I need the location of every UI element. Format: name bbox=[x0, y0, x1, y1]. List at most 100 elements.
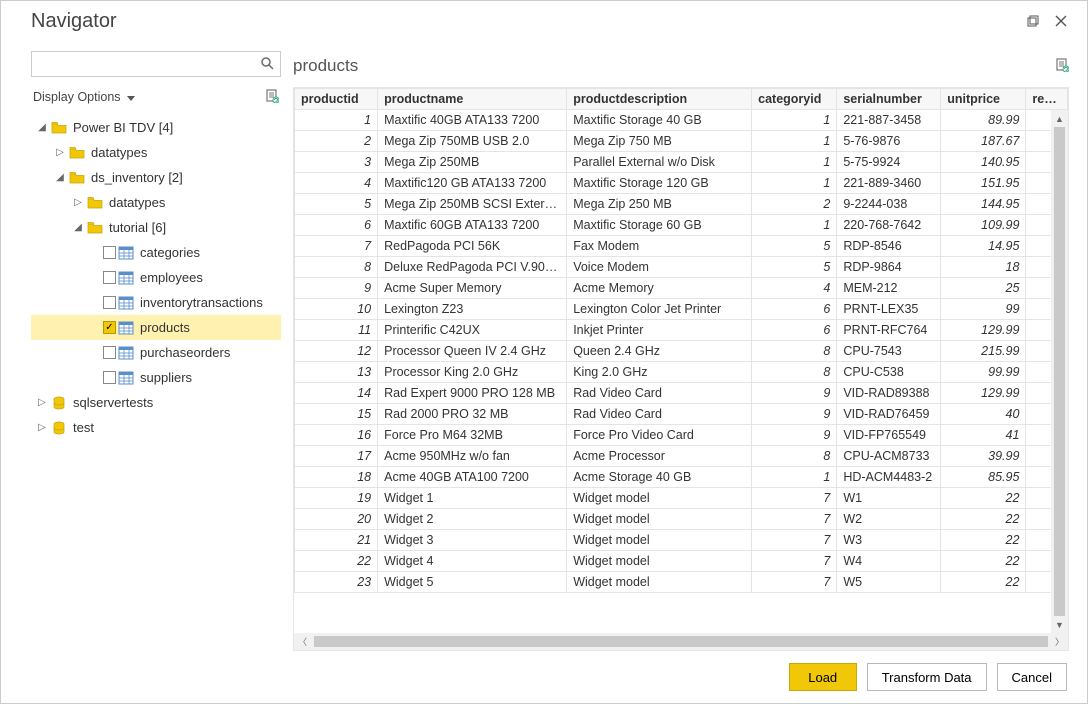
scroll-right-icon[interactable]: 〉 bbox=[1051, 633, 1068, 650]
transform-data-button[interactable]: Transform Data bbox=[867, 663, 987, 691]
navigator-window: Navigator Display Options bbox=[0, 0, 1088, 704]
checkbox[interactable] bbox=[103, 271, 116, 284]
horizontal-scrollbar[interactable]: 〈 〉 bbox=[294, 633, 1068, 650]
cell: 187.67 bbox=[941, 131, 1026, 152]
column-header-productid[interactable]: productid bbox=[295, 89, 378, 110]
tree-item-test[interactable]: ▷test bbox=[31, 415, 281, 440]
tree-item-datatypes[interactable]: ▷datatypes bbox=[31, 190, 281, 215]
refresh-icon[interactable] bbox=[265, 89, 279, 106]
table-row[interactable]: 9Acme Super MemoryAcme Memory4MEM-21225 bbox=[295, 278, 1068, 299]
table-row[interactable]: 21Widget 3Widget model7W322 bbox=[295, 530, 1068, 551]
table-row[interactable]: 17Acme 950MHz w/o fanAcme Processor8CPU-… bbox=[295, 446, 1068, 467]
table-row[interactable]: 7RedPagoda PCI 56KFax Modem5RDP-854614.9… bbox=[295, 236, 1068, 257]
column-header-productdescription[interactable]: productdescription bbox=[567, 89, 752, 110]
cell: 109.99 bbox=[941, 215, 1026, 236]
restore-icon[interactable] bbox=[1019, 7, 1047, 35]
search-box[interactable] bbox=[31, 51, 281, 77]
scroll-up-icon[interactable]: ▲ bbox=[1051, 110, 1068, 127]
scroll-left-icon[interactable]: 〈 bbox=[294, 633, 311, 650]
page-options-icon[interactable] bbox=[1055, 58, 1069, 75]
table-row[interactable]: 18Acme 40GB ATA100 7200Acme Storage 40 G… bbox=[295, 467, 1068, 488]
table-row[interactable]: 4Maxtific120 GB ATA133 7200Maxtific Stor… bbox=[295, 173, 1068, 194]
cell: 20 bbox=[295, 509, 378, 530]
sidebar: Display Options ◢Power BI TDV [4]▷dataty… bbox=[9, 41, 289, 651]
column-header-unitprice[interactable]: unitprice bbox=[941, 89, 1026, 110]
scroll-down-icon[interactable]: ▼ bbox=[1051, 616, 1068, 633]
checkbox[interactable] bbox=[103, 296, 116, 309]
search-icon[interactable] bbox=[260, 56, 274, 73]
cell: 2 bbox=[752, 194, 837, 215]
column-header-reorde[interactable]: reorde bbox=[1026, 89, 1068, 110]
table-row[interactable]: 10Lexington Z23Lexington Color Jet Print… bbox=[295, 299, 1068, 320]
table-row[interactable]: 1Maxtific 40GB ATA133 7200Maxtific Stora… bbox=[295, 110, 1068, 131]
cell: Acme Storage 40 GB bbox=[567, 467, 752, 488]
scroll-thumb[interactable] bbox=[314, 636, 1048, 647]
column-header-serialnumber[interactable]: serialnumber bbox=[837, 89, 941, 110]
table-row[interactable]: 3Mega Zip 250MBParallel External w/o Dis… bbox=[295, 152, 1068, 173]
tree-view[interactable]: ◢Power BI TDV [4]▷datatypes◢ds_inventory… bbox=[31, 115, 281, 643]
tree-item-tutorial-6-[interactable]: ◢tutorial [6] bbox=[31, 215, 281, 240]
cell: 8 bbox=[752, 341, 837, 362]
checkbox[interactable]: ✓ bbox=[103, 321, 116, 334]
tree-item-inventorytransactions[interactable]: inventorytransactions bbox=[31, 290, 281, 315]
cell: CPU-C538 bbox=[837, 362, 941, 383]
cell: 140.95 bbox=[941, 152, 1026, 173]
table-row[interactable]: 11Printerific C42UXInkjet Printer6PRNT-R… bbox=[295, 320, 1068, 341]
table-row[interactable]: 2Mega Zip 750MB USB 2.0Mega Zip 750 MB15… bbox=[295, 131, 1068, 152]
column-header-productname[interactable]: productname bbox=[378, 89, 567, 110]
cell: Queen 2.4 GHz bbox=[567, 341, 752, 362]
table-row[interactable]: 22Widget 4Widget model7W422 bbox=[295, 551, 1068, 572]
checkbox[interactable] bbox=[103, 246, 116, 259]
table-row[interactable]: 16Force Pro M64 32MBForce Pro Video Card… bbox=[295, 425, 1068, 446]
cell: Parallel External w/o Disk bbox=[567, 152, 752, 173]
tree-item-categories[interactable]: categories bbox=[31, 240, 281, 265]
chevron-down-icon[interactable]: ◢ bbox=[35, 122, 49, 133]
display-options[interactable]: Display Options bbox=[31, 85, 281, 109]
load-button[interactable]: Load bbox=[789, 663, 857, 691]
table-row[interactable]: 19Widget 1Widget model7W122 bbox=[295, 488, 1068, 509]
tree-item-label: inventorytransactions bbox=[140, 295, 263, 310]
tree-item-suppliers[interactable]: suppliers bbox=[31, 365, 281, 390]
checkbox[interactable] bbox=[103, 371, 116, 384]
table-row[interactable]: 5Mega Zip 250MB SCSI ExternalMega Zip 25… bbox=[295, 194, 1068, 215]
chevron-right-icon[interactable]: ▷ bbox=[35, 422, 49, 433]
chevron-right-icon[interactable]: ▷ bbox=[53, 147, 67, 158]
search-input[interactable] bbox=[38, 57, 260, 72]
table-row[interactable]: 20Widget 2Widget model7W222 bbox=[295, 509, 1068, 530]
vertical-scrollbar[interactable]: ▲ ▼ bbox=[1051, 110, 1068, 633]
checkbox[interactable] bbox=[103, 346, 116, 359]
cancel-button[interactable]: Cancel bbox=[997, 663, 1067, 691]
tree-item-employees[interactable]: employees bbox=[31, 265, 281, 290]
table-row[interactable]: 6Maxtific 60GB ATA133 7200Maxtific Stora… bbox=[295, 215, 1068, 236]
tree-item-power-bi-tdv-4-[interactable]: ◢Power BI TDV [4] bbox=[31, 115, 281, 140]
table-row[interactable]: 13Processor King 2.0 GHzKing 2.0 GHz8CPU… bbox=[295, 362, 1068, 383]
folder-icon bbox=[69, 171, 85, 185]
tree-item-ds-inventory-2-[interactable]: ◢ds_inventory [2] bbox=[31, 165, 281, 190]
close-icon[interactable] bbox=[1047, 7, 1075, 35]
table-row[interactable]: 14Rad Expert 9000 PRO 128 MBRad Video Ca… bbox=[295, 383, 1068, 404]
cell: 18 bbox=[941, 257, 1026, 278]
cell: 15 bbox=[295, 404, 378, 425]
table-row[interactable]: 8Deluxe RedPagoda PCI V.90 56KVoice Mode… bbox=[295, 257, 1068, 278]
cell: Maxtific 60GB ATA133 7200 bbox=[378, 215, 567, 236]
cell: Widget 3 bbox=[378, 530, 567, 551]
cell: 21 bbox=[295, 530, 378, 551]
table-row[interactable]: 12Processor Queen IV 2.4 GHzQueen 2.4 GH… bbox=[295, 341, 1068, 362]
cell: 1 bbox=[295, 110, 378, 131]
chevron-right-icon[interactable]: ▷ bbox=[71, 197, 85, 208]
cell: Maxtific Storage 120 GB bbox=[567, 173, 752, 194]
table-row[interactable]: 23Widget 5Widget model7W522 bbox=[295, 572, 1068, 593]
chevron-down-icon[interactable]: ◢ bbox=[53, 172, 67, 183]
cell: PRNT-LEX35 bbox=[837, 299, 941, 320]
scroll-thumb[interactable] bbox=[1054, 127, 1065, 616]
cell: Voice Modem bbox=[567, 257, 752, 278]
tree-item-sqlservertests[interactable]: ▷sqlservertests bbox=[31, 390, 281, 415]
column-header-categoryid[interactable]: categoryid bbox=[752, 89, 837, 110]
table-row[interactable]: 15Rad 2000 PRO 32 MBRad Video Card9VID-R… bbox=[295, 404, 1068, 425]
tree-item-purchaseorders[interactable]: purchaseorders bbox=[31, 340, 281, 365]
cell: 7 bbox=[295, 236, 378, 257]
chevron-right-icon[interactable]: ▷ bbox=[35, 397, 49, 408]
tree-item-products[interactable]: ✓products bbox=[31, 315, 281, 340]
tree-item-datatypes[interactable]: ▷datatypes bbox=[31, 140, 281, 165]
chevron-down-icon[interactable]: ◢ bbox=[71, 222, 85, 233]
